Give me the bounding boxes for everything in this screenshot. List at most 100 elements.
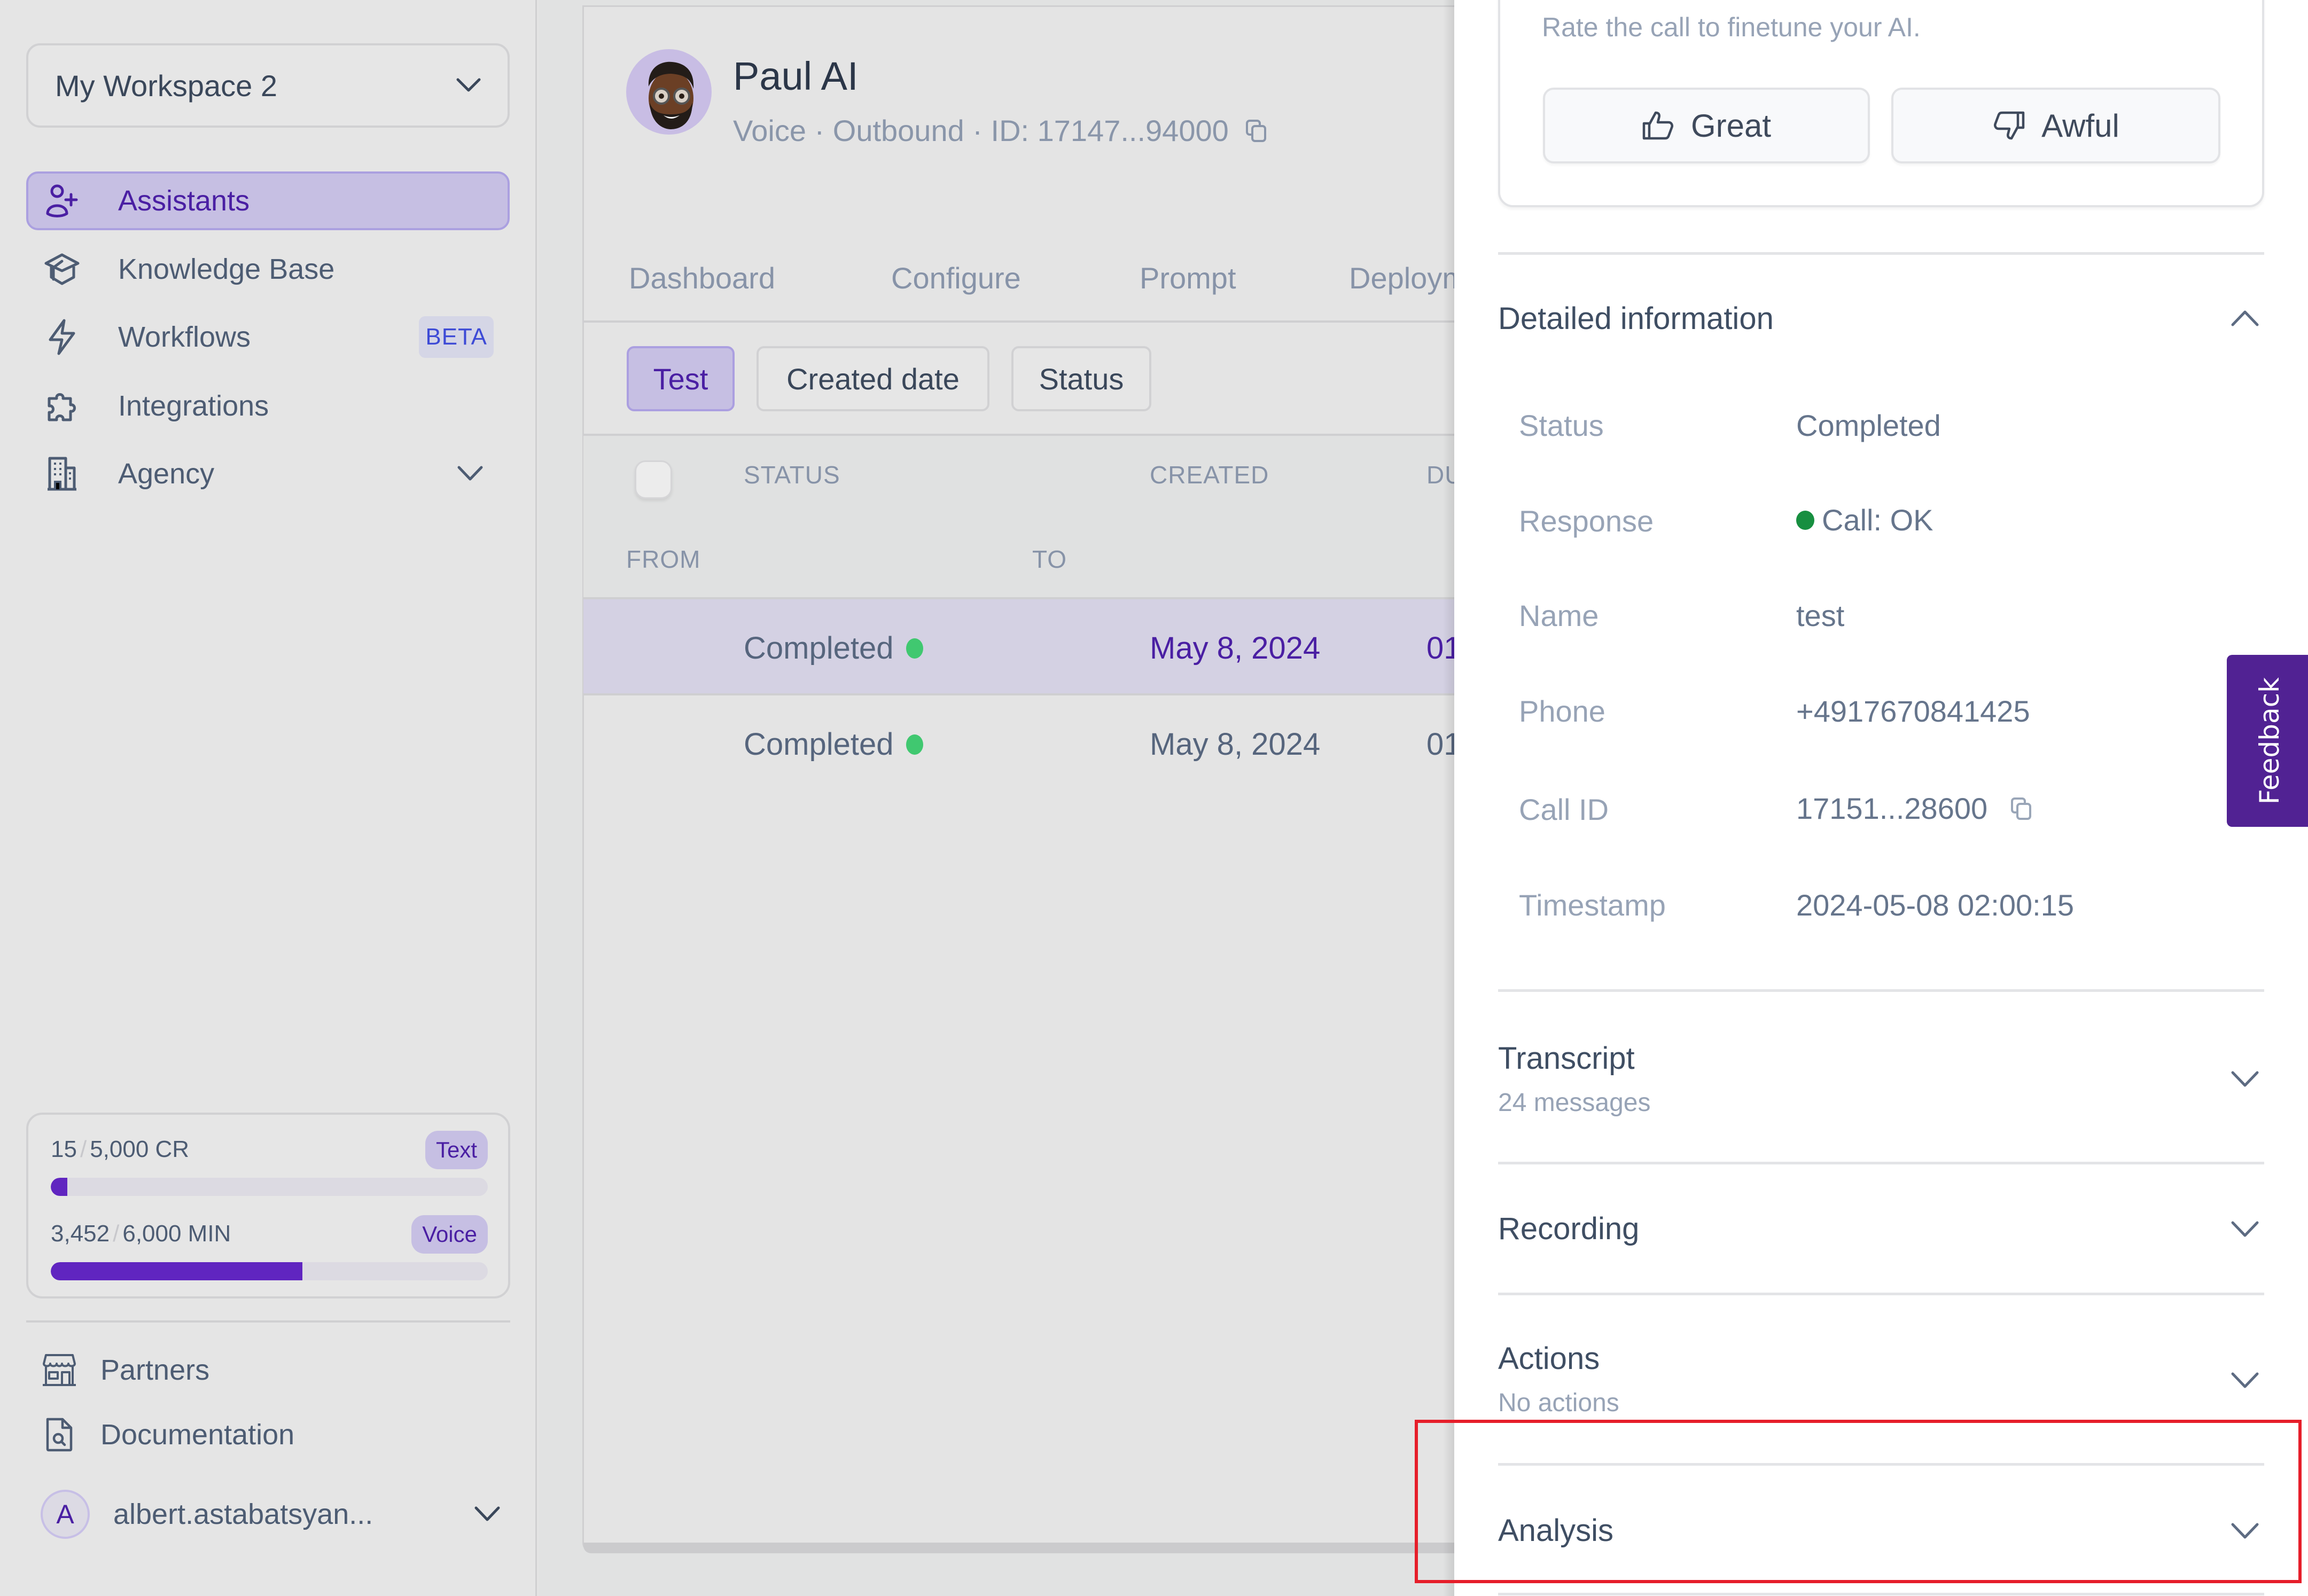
sidebar-link-label: Documentation — [100, 1419, 295, 1451]
info-label-timestamp: Timestamp — [1519, 888, 1666, 922]
table-header: STATUS CREATED DURATION FROM TO — [583, 436, 1454, 599]
document-search-icon — [41, 1416, 78, 1453]
section-divider — [1498, 252, 2264, 255]
building-icon — [43, 455, 81, 492]
user-plus-icon — [43, 182, 81, 220]
info-label-call-id: Call ID — [1519, 793, 1609, 826]
tabs-divider — [583, 320, 1460, 323]
header-created[interactable]: CREATED — [1150, 460, 1269, 489]
great-label: Great — [1690, 107, 1772, 144]
chevron-down-icon[interactable] — [2231, 1372, 2259, 1390]
panel-shadow — [1442, 0, 1455, 1596]
filter-created-date[interactable]: Created date — [757, 346, 989, 411]
row-status: Completed — [744, 630, 924, 666]
transcript-title: Transcript — [1498, 1041, 1635, 1076]
header-status[interactable]: STATUS — [744, 460, 840, 489]
copy-icon[interactable] — [1245, 119, 1267, 143]
info-value-timestamp: 2024-05-08 02:00:15 — [1796, 888, 2074, 922]
voice-progress-track — [51, 1262, 488, 1280]
workspace-selector[interactable]: My Workspace 2 — [26, 43, 510, 128]
tab-prompt[interactable]: Prompt — [1140, 261, 1236, 295]
row-created: May 8, 2024 — [1150, 631, 1321, 666]
thumbs-down-icon — [1994, 111, 2025, 140]
table-row[interactable]: Completed May 8, 2024 01 — [583, 695, 1454, 791]
sidebar-item-label: Integrations — [118, 390, 269, 422]
info-label-status: Status — [1519, 409, 1604, 442]
analysis-title: Analysis — [1498, 1513, 1613, 1548]
assistant-avatar — [626, 49, 712, 135]
voice-progress-fill — [51, 1262, 302, 1280]
info-value-status: Completed — [1796, 409, 1941, 442]
assistant-name: Paul AI — [733, 54, 859, 98]
header-from[interactable]: FROM — [626, 545, 700, 574]
sidebar-item-integrations[interactable]: Integrations — [26, 377, 510, 435]
sidebar-item-label: Knowledge Base — [118, 253, 335, 285]
feedback-tab[interactable]: Feedback — [2227, 655, 2308, 827]
sidebar-item-assistants[interactable]: Assistants — [26, 171, 510, 230]
section-divider — [1498, 1293, 2264, 1295]
info-value-name: test — [1796, 599, 1845, 632]
sidebar-item-label: Agency — [118, 458, 215, 490]
tab-dashboard[interactable]: Dashboard — [629, 261, 775, 295]
voice-usage: 3,452/6,000 MIN Voice — [51, 1215, 488, 1280]
chevron-down-icon — [474, 1506, 500, 1522]
sidebar-item-label: Workflows — [118, 321, 251, 353]
chevron-up-icon[interactable] — [2231, 309, 2259, 327]
info-value-response: Call: OK — [1796, 503, 1933, 537]
chevron-down-icon — [456, 78, 481, 93]
user-menu[interactable]: A albert.astabatsyan... — [41, 1488, 500, 1541]
text-used: 15 — [51, 1136, 77, 1162]
sidebar-link-label: Partners — [100, 1354, 210, 1386]
row-created: May 8, 2024 — [1150, 727, 1321, 762]
row-status: Completed — [744, 726, 924, 762]
actions-section-header[interactable] — [1498, 1309, 2264, 1448]
info-value-call-id: 17151...28600 — [1796, 791, 2032, 826]
table-row[interactable]: Completed May 8, 2024 01 — [583, 599, 1454, 694]
text-usage: 15/5,000 CR Text — [51, 1131, 488, 1196]
transcript-subtitle: 24 messages — [1498, 1089, 1651, 1117]
workspace-name: My Workspace 2 — [55, 68, 277, 103]
header-to[interactable]: TO — [1032, 545, 1067, 574]
assistant-tabs: Dashboard Configure Prompt Deployment — [626, 261, 1460, 298]
section-divider — [1498, 1593, 2264, 1595]
thumbs-up-icon — [1642, 111, 1673, 140]
text-total: 5,000 CR — [90, 1136, 190, 1162]
chevron-down-icon[interactable] — [2231, 1522, 2259, 1540]
status-dot — [906, 734, 924, 755]
text-pill: Text — [425, 1131, 488, 1169]
copy-icon[interactable] — [2010, 796, 2032, 821]
lightning-icon — [43, 318, 81, 356]
text-progress-fill — [51, 1178, 68, 1196]
tab-configure[interactable]: Configure — [891, 261, 1021, 295]
voice-pill: Voice — [411, 1215, 488, 1254]
voice-used: 3,452 — [51, 1221, 110, 1247]
awful-label: Awful — [2041, 107, 2119, 144]
great-button[interactable]: Great — [1543, 88, 1870, 163]
actions-title: Actions — [1498, 1341, 1600, 1376]
chevron-down-icon[interactable] — [2231, 1221, 2259, 1239]
section-divider — [1498, 989, 2264, 992]
sidebar-item-knowledge-base[interactable]: Knowledge Base — [26, 240, 510, 299]
chevron-down-icon — [457, 466, 483, 482]
text-progress-track — [51, 1178, 488, 1196]
select-all-checkbox[interactable] — [635, 460, 672, 499]
sidebar-link-partners[interactable]: Partners — [41, 1349, 209, 1391]
actions-subtitle: No actions — [1498, 1389, 1619, 1417]
chevron-down-icon[interactable] — [2231, 1070, 2259, 1089]
awful-button[interactable]: Awful — [1891, 88, 2220, 163]
horizontal-scrollbar[interactable] — [583, 1543, 1460, 1553]
response-ok-dot — [1796, 510, 1814, 530]
filter-test[interactable]: Test — [627, 346, 735, 411]
sidebar-item-agency[interactable]: Agency — [26, 444, 510, 503]
feedback-label: Feedback — [2254, 677, 2285, 805]
graduation-cap-icon — [43, 251, 81, 288]
detailed-information-title: Detailed information — [1498, 301, 1774, 336]
sidebar-item-label: Assistants — [118, 185, 250, 217]
puzzle-icon — [43, 387, 81, 425]
recording-title: Recording — [1498, 1211, 1640, 1246]
user-avatar: A — [41, 1490, 90, 1539]
sidebar-link-documentation[interactable]: Documentation — [41, 1413, 294, 1456]
sidebar-item-workflows[interactable]: Workflows BETA — [26, 308, 510, 366]
storefront-icon — [41, 1351, 78, 1389]
filter-status[interactable]: Status — [1011, 346, 1151, 411]
